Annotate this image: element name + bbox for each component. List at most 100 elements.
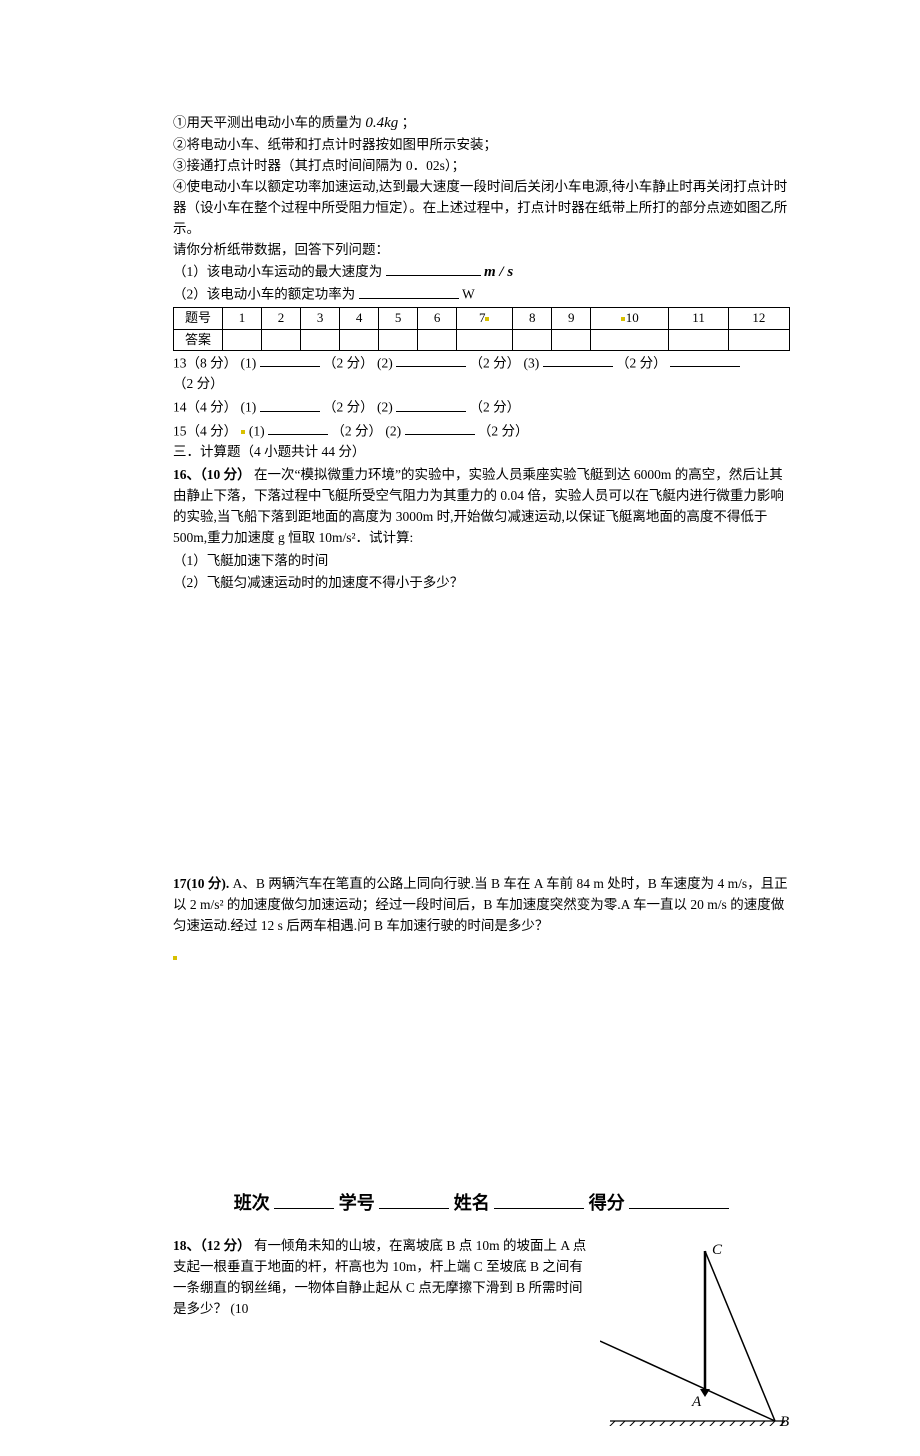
- sub-q1: （1）该电动小车运动的最大速度为 m / s: [173, 261, 790, 284]
- name-label: 姓名: [454, 1193, 490, 1213]
- q16-head: 16、（10 分）: [173, 467, 251, 482]
- q13-blank-4[interactable]: [670, 353, 740, 368]
- answer-table: 题号 1 2 3 4 5 6 7 8 9 10 11 12 答案: [173, 307, 790, 350]
- blank-max-speed[interactable]: [386, 261, 481, 276]
- step-5: 请你分析纸带数据，回答下列问题：: [173, 240, 790, 261]
- q15-sub1: (1): [249, 423, 265, 438]
- col-11: 11: [669, 308, 729, 329]
- label-C: C: [712, 1242, 723, 1258]
- q13-mid2: （2 分） (3): [470, 355, 540, 370]
- q15-mid: （2 分） (2): [331, 423, 401, 438]
- ans-1[interactable]: [223, 329, 262, 350]
- step-1-text: ①用天平测出电动小车的质量为: [173, 115, 362, 130]
- section-3-title: 三．计算题（4 小题共计 44 分）: [173, 442, 790, 463]
- q15-head: 15（4 分）: [173, 423, 237, 438]
- table-row-header: 题号 1 2 3 4 5 6 7 8 9 10 11 12: [174, 308, 790, 329]
- q15-tail: （2 分）: [478, 423, 529, 438]
- step-4: ④使电动小车以额定功率加速运动,达到最大速度一段时间后关闭小车电源,待小车静止时…: [173, 177, 790, 240]
- ans-2[interactable]: [262, 329, 301, 350]
- class-label: 班次: [234, 1193, 270, 1213]
- table-row-answers: 答案: [174, 329, 790, 350]
- step-3: ③接通打点计时器（其打点时间间隔为 0．02s）；: [173, 156, 790, 177]
- ans-6[interactable]: [418, 329, 457, 350]
- ans-4[interactable]: [340, 329, 379, 350]
- q14-mid: （2 分） (2): [323, 400, 393, 415]
- sub-q2: （2）该电动小车的额定功率为 W: [173, 284, 790, 305]
- q13-blank-1[interactable]: [260, 353, 320, 368]
- sub-q1-text: （1）该电动小车运动的最大速度为: [173, 264, 382, 279]
- q18-figure: A B C: [600, 1236, 790, 1426]
- ans-11[interactable]: [669, 329, 729, 350]
- header-label: 题号: [174, 308, 223, 329]
- answer-label: 答案: [174, 329, 223, 350]
- dot-icon: [485, 317, 489, 321]
- ans-10[interactable]: [591, 329, 669, 350]
- q13-blank-2[interactable]: [396, 353, 466, 368]
- col-8: 8: [513, 308, 552, 329]
- q18-head: 18、（12 分）: [173, 1238, 251, 1253]
- q13-blank-3[interactable]: [543, 353, 613, 368]
- col-4: 4: [340, 308, 379, 329]
- step-2: ②将电动小车、纸带和打点计时器按如图甲所示安装；: [173, 135, 790, 156]
- col-10: 10: [591, 308, 669, 329]
- blank-power[interactable]: [359, 284, 459, 299]
- ans-9[interactable]: [552, 329, 591, 350]
- ans-3[interactable]: [301, 329, 340, 350]
- class-blank[interactable]: [274, 1188, 334, 1209]
- score-label: 得分: [589, 1193, 625, 1213]
- student-info-line: 班次 学号 姓名 得分: [173, 1188, 790, 1218]
- q16-sub1: （1）飞艇加速下落的时间: [173, 551, 790, 572]
- q14-head: 14（4 分） (1): [173, 400, 256, 415]
- q13-mid1: （2 分） (2): [323, 355, 393, 370]
- q14-blank-2[interactable]: [396, 397, 466, 412]
- ans-12[interactable]: [728, 329, 789, 350]
- q17: 17(10 分). A、B 两辆汽车在笔直的公路上同向行驶.当 B 车在 A 车…: [173, 874, 790, 937]
- col-9: 9: [552, 308, 591, 329]
- q15-blank-1[interactable]: [268, 421, 328, 436]
- experiment-steps: ①用天平测出电动小车的质量为 0.4kg ； ②将电动小车、纸带和打点计时器按如…: [173, 112, 790, 305]
- dot-icon: [173, 956, 177, 960]
- unit-ms: m / s: [484, 264, 513, 280]
- sub-q2-text: （2）该电动小车的额定功率为: [173, 287, 355, 302]
- dot-icon: [621, 317, 625, 321]
- q16-body: 在一次“模拟微重力环境”的实验中，实验人员乘座实验飞艇到达 6000m 的高空，…: [173, 467, 784, 545]
- q13-tail: （2 分）: [173, 376, 224, 391]
- col-5: 5: [379, 308, 418, 329]
- slope-diagram-icon: A B C: [600, 1236, 790, 1426]
- ans-8[interactable]: [513, 329, 552, 350]
- q15-blank-2[interactable]: [405, 421, 475, 436]
- q13-head: 13（8 分） (1): [173, 355, 256, 370]
- name-blank[interactable]: [494, 1188, 584, 1209]
- id-blank[interactable]: [379, 1188, 449, 1209]
- score-blank[interactable]: [629, 1188, 729, 1209]
- col-3: 3: [301, 308, 340, 329]
- col-12: 12: [728, 308, 789, 329]
- label-A: A: [691, 1394, 702, 1410]
- col-10-num: 10: [626, 310, 639, 325]
- q14-tail: （2 分）: [470, 400, 521, 415]
- exam-page: ①用天平测出电动小车的质量为 0.4kg ； ②将电动小车、纸带和打点计时器按如…: [0, 0, 920, 1456]
- q16: 16、（10 分） 在一次“模拟微重力环境”的实验中，实验人员乘座实验飞艇到达 …: [173, 465, 790, 595]
- q13-mid3: （2 分）: [616, 355, 667, 370]
- dot-icon: [241, 430, 245, 434]
- q14-blank-1[interactable]: [260, 397, 320, 412]
- ans-5[interactable]: [379, 329, 418, 350]
- mass-value: 0.4kg: [365, 115, 398, 131]
- unit-w: W: [462, 287, 475, 302]
- q16-sub2: （2）飞艇匀减速运动时的加速度不得小于多少？: [173, 573, 790, 594]
- label-B: B: [780, 1414, 789, 1426]
- q14-line: 14（4 分） (1) （2 分） (2) （2 分）: [173, 397, 790, 418]
- q13-line: 13（8 分） (1) （2 分） (2) （2 分） (3) （2 分） （2…: [173, 353, 790, 395]
- q18: 18、（12 分） 有一倾角未知的山坡，在离坡底 B 点 10m 的坡面上 A …: [173, 1236, 790, 1426]
- col-6: 6: [418, 308, 457, 329]
- q17-head: 17(10 分).: [173, 876, 229, 891]
- ans-7[interactable]: [457, 329, 513, 350]
- q17-body: A、B 两辆汽车在笔直的公路上同向行驶.当 B 车在 A 车前 84 m 处时，…: [173, 876, 788, 933]
- step-1: ①用天平测出电动小车的质量为 0.4kg ；: [173, 112, 790, 135]
- step-1-tail: ；: [402, 115, 416, 130]
- id-label: 学号: [339, 1193, 375, 1213]
- col-1: 1: [223, 308, 262, 329]
- col-7: 7: [457, 308, 513, 329]
- col-2: 2: [262, 308, 301, 329]
- q15-line: 15（4 分） (1) （2 分） (2) （2 分）: [173, 421, 790, 442]
